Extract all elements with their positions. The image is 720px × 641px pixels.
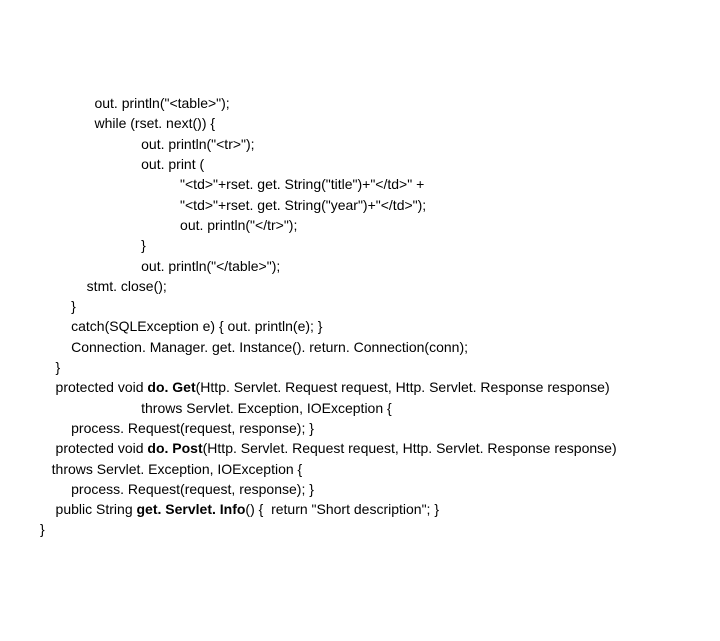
code-text: protected void (40, 379, 147, 395)
code-line: throws Servlet. Exception, IOException { (40, 459, 720, 479)
code-line: } (40, 357, 720, 377)
code-line: protected void do. Post(Http. Servlet. R… (40, 438, 720, 458)
code-line: process. Request(request, response); } (40, 479, 720, 499)
code-bold: do. Post (147, 440, 202, 456)
code-line: catch(SQLException e) { out. println(e);… (40, 316, 720, 336)
code-line: process. Request(request, response); } (40, 418, 720, 438)
code-line: out. println("</tr>"); (40, 215, 720, 235)
code-line: } (40, 235, 720, 255)
code-line: out. println("<table>"); (40, 93, 720, 113)
code-line: } (40, 296, 720, 316)
code-line: out. print ( (40, 154, 720, 174)
code-line: public String get. Servlet. Info() { ret… (40, 499, 720, 519)
code-text: () { return "Short description"; } (245, 501, 439, 517)
code-text: public String (40, 501, 137, 517)
code-bold: do. Get (147, 379, 195, 395)
code-text: (Http. Servlet. Request request, Http. S… (203, 440, 617, 456)
code-line: throws Servlet. Exception, IOException { (40, 398, 720, 418)
code-line: protected void do. Get(Http. Servlet. Re… (40, 377, 720, 397)
code-line: out. println("<tr>"); (40, 134, 720, 154)
code-bold: get. Servlet. Info (137, 501, 246, 517)
code-line: out. println("</table>"); (40, 256, 720, 276)
code-text: protected void (40, 440, 147, 456)
code-block: out. println("<table>"); while (rset. ne… (40, 93, 720, 540)
code-text: (Http. Servlet. Request request, Http. S… (196, 379, 610, 395)
code-line: "<td>"+rset. get. String("year")+"</td>"… (40, 195, 720, 215)
code-line: stmt. close(); (40, 276, 720, 296)
code-line: } (40, 519, 720, 539)
code-line: "<td>"+rset. get. String("title")+"</td>… (40, 174, 720, 194)
code-line: Connection. Manager. get. Instance(). re… (40, 337, 720, 357)
code-line: while (rset. next()) { (40, 113, 720, 133)
